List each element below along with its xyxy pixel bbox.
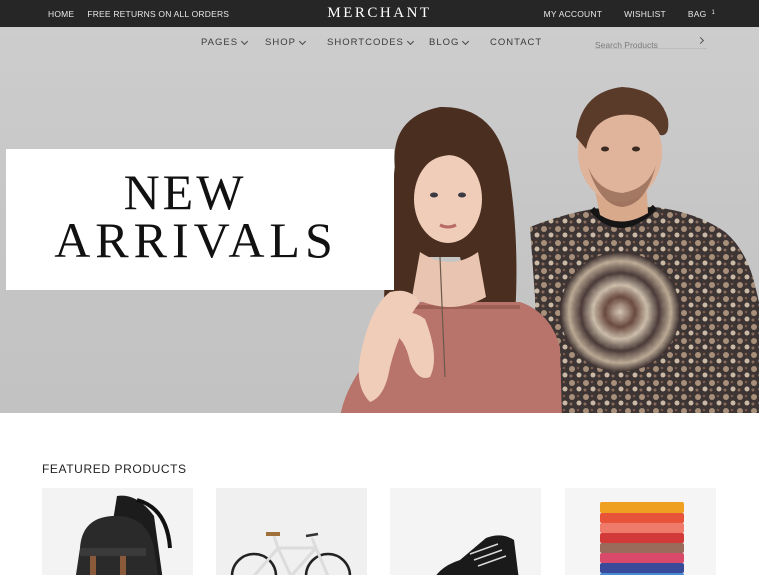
bag-label: BAG	[687, 8, 707, 19]
hero-headline-box: NEW ARRIVALS	[6, 149, 394, 290]
hero-headline-line2: ARRIVALS	[54, 212, 338, 268]
product-card-sneaker[interactable]	[390, 488, 541, 575]
bicycle-image	[216, 488, 367, 575]
site-logo[interactable]: MERCHANT	[327, 5, 431, 22]
nav-shortcodes[interactable]: SHORTCODES	[327, 37, 414, 48]
main-nav: PAGES SHOP SHORTCODES BLOG CONTACT	[0, 27, 759, 59]
search-input[interactable]	[595, 38, 691, 52]
nav-pages-label: PAGES	[201, 37, 239, 48]
chevron-down-icon	[462, 37, 470, 45]
chevron-down-icon	[406, 37, 414, 45]
sneaker-image	[390, 488, 541, 575]
wishlist-link[interactable]: WISHLIST	[624, 9, 666, 19]
top-bar-right: MY ACCOUNT WISHLIST BAG 1	[544, 0, 715, 27]
hero-headline-line1: NEW	[123, 164, 247, 220]
product-card-bicycle[interactable]	[216, 488, 367, 575]
nav-shortcodes-label: SHORTCODES	[327, 37, 404, 48]
hero-models-image	[340, 87, 759, 413]
chevron-down-icon	[298, 37, 306, 45]
top-bar-left: HOME FREE RETURNS ON ALL ORDERS	[48, 0, 229, 27]
hero-banner[interactable]: PAGES SHOP SHORTCODES BLOG CONTACT NEW A…	[0, 27, 759, 413]
nav-shop-label: SHOP	[265, 37, 296, 48]
home-link[interactable]: HOME	[48, 9, 74, 19]
my-account-link[interactable]: MY ACCOUNT	[544, 9, 603, 19]
chevron-down-icon	[240, 37, 249, 45]
nav-contact-label: CONTACT	[490, 37, 543, 48]
folded-shirts-image	[565, 488, 716, 575]
top-bar: HOME FREE RETURNS ON ALL ORDERS MERCHANT…	[0, 0, 759, 27]
nav-blog[interactable]: BLOG	[429, 37, 470, 48]
bag-link[interactable]: BAG 1	[688, 9, 715, 19]
nav-pages[interactable]: PAGES	[201, 37, 249, 48]
bag-count-badge: 1	[711, 9, 715, 16]
chevron-right-icon[interactable]	[696, 36, 705, 45]
search-box	[595, 35, 707, 52]
product-card-shirts[interactable]	[565, 488, 716, 575]
product-card-backpack[interactable]	[42, 488, 193, 575]
nav-blog-label: BLOG	[429, 37, 460, 48]
nav-shop[interactable]: SHOP	[265, 37, 306, 48]
nav-contact[interactable]: CONTACT	[490, 37, 542, 48]
featured-products-heading: FEATURED PRODUCTS	[42, 462, 187, 476]
free-returns-link[interactable]: FREE RETURNS ON ALL ORDERS	[87, 9, 229, 19]
backpack-image	[75, 495, 172, 575]
